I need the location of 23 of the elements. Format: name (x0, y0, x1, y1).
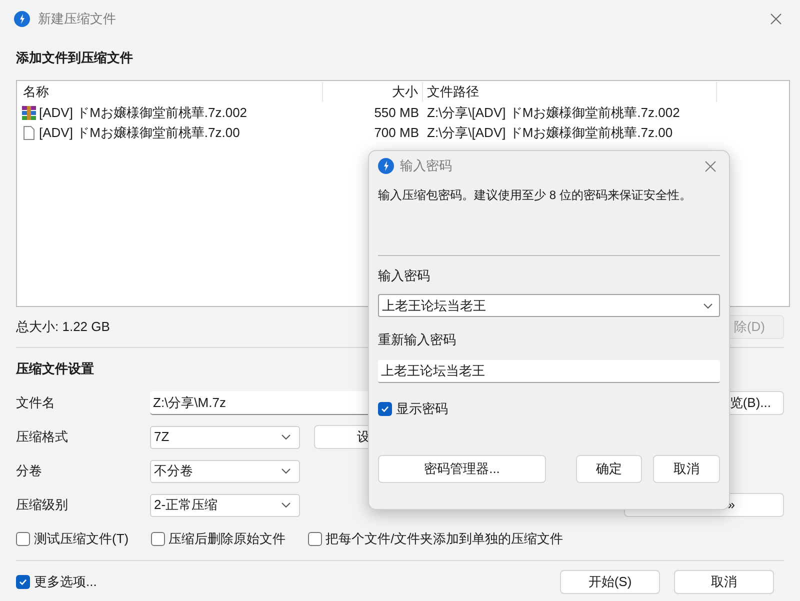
dialog-title: 输入密码 (400, 157, 452, 176)
field-label: 压缩级别 (16, 496, 69, 514)
field-label: 压缩格式 (16, 428, 69, 446)
file-name: [ADV] ドMお嬢様御堂前桃華.7z.002 (39, 104, 248, 122)
section-title: 添加文件到压缩文件 (16, 49, 133, 68)
field-label: 输入密码 (378, 267, 431, 285)
file-size: 700 MB (373, 124, 420, 142)
section-title: 压缩文件设置 (16, 360, 94, 378)
option-label: 显示密码 (396, 400, 448, 418)
window-title: 新建压缩文件 (38, 10, 116, 28)
option-label: 测试压缩文件(T) (34, 530, 129, 548)
file-name: [ADV] ドMお嬢様御堂前桃華.7z.00 (39, 124, 240, 142)
option-label: 把每个文件/文件夹添加到单独的压缩文件 (326, 530, 564, 548)
file-path: Z:\分享\[ADV] ドMお嬢様御堂前桃華.7z.00 (426, 124, 674, 142)
description: 输入压缩包密码。建议使用至少 8 位的密码来保证安全性。 (378, 187, 692, 204)
file-size: 550 MB (373, 104, 420, 122)
total-size: 总大小: 1.22 GB (16, 318, 110, 336)
field-label: 重新输入密码 (378, 331, 457, 349)
file-path: Z:\分享\[ADV] ドMお嬢様御堂前桃華.7z.002 (426, 104, 681, 122)
field-label: 文件名 (16, 394, 56, 412)
option-label: 压缩后删除原始文件 (168, 530, 286, 548)
option-label: 更多选项... (34, 573, 97, 592)
field-label: 分卷 (16, 462, 43, 480)
